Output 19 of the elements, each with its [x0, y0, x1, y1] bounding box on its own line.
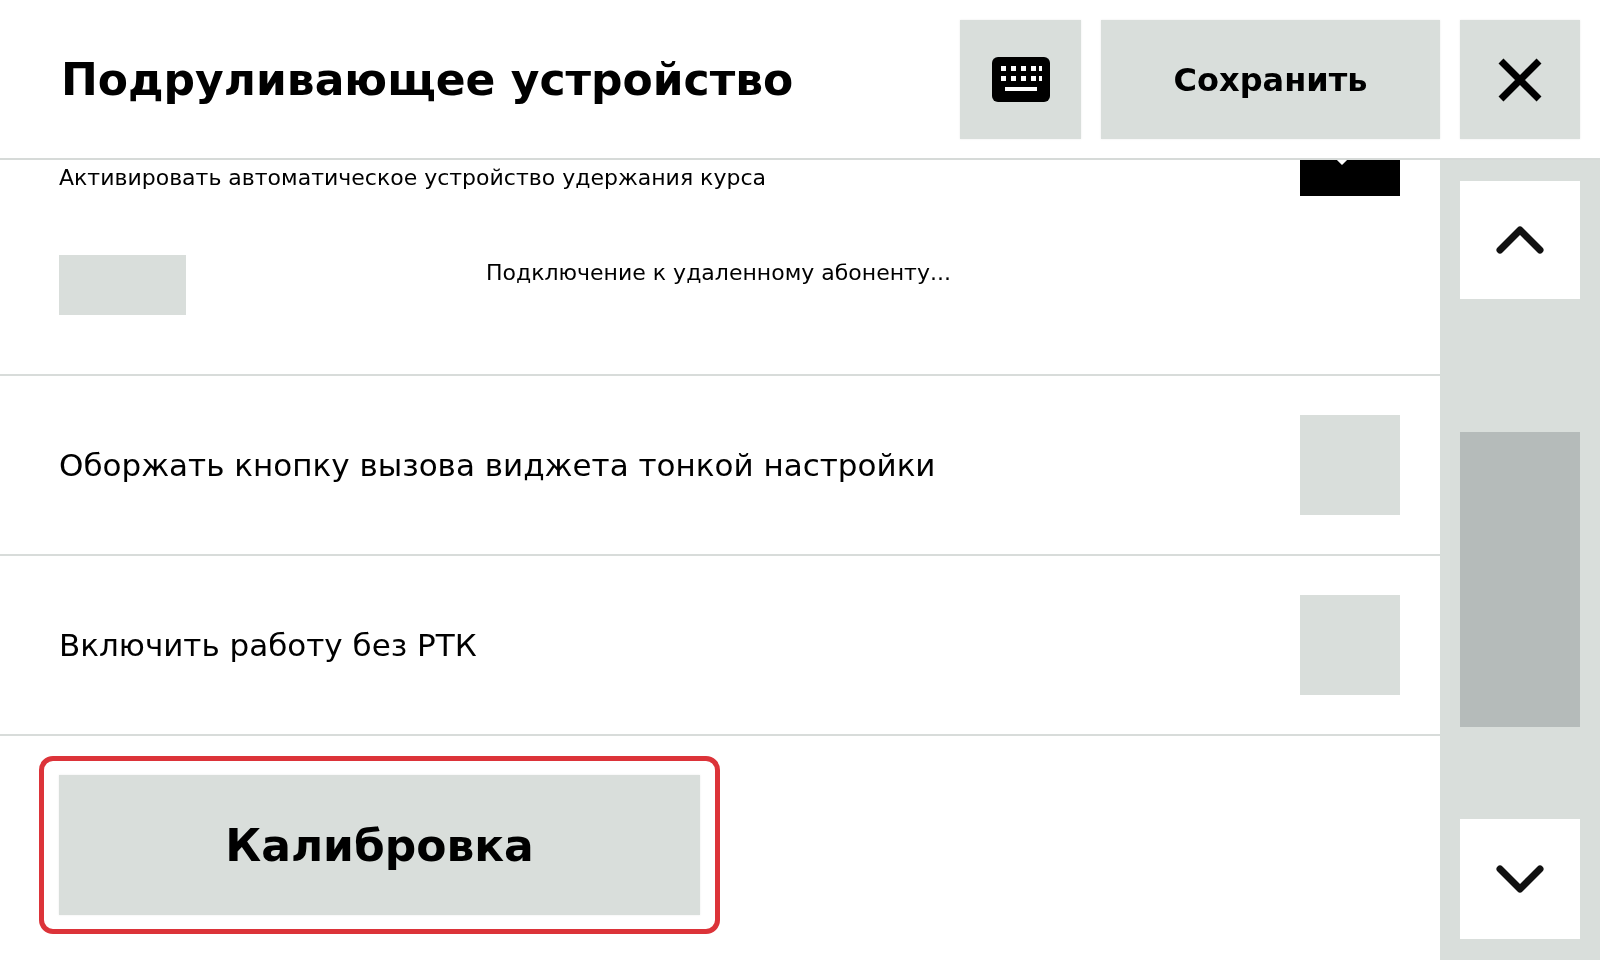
- scrollbar-thumb[interactable]: [1460, 432, 1580, 727]
- chevron-up-icon: [1496, 226, 1544, 254]
- checkbox[interactable]: [1300, 160, 1400, 196]
- window-title: Подруливающее устройство: [60, 54, 795, 106]
- scroll-up-button[interactable]: [1460, 181, 1580, 299]
- keyboard-button[interactable]: [960, 20, 1081, 139]
- calibration-button[interactable]: Калибровка: [59, 775, 700, 915]
- chevron-down-icon: [1496, 865, 1544, 893]
- keyboard-icon: [991, 57, 1050, 102]
- save-button[interactable]: Сохранить: [1101, 20, 1440, 139]
- checkbox[interactable]: [1300, 595, 1400, 695]
- status-text: Подключение к удаленному абоненту...: [486, 260, 951, 286]
- setting-label: Включить работу без РТК: [59, 626, 477, 665]
- setting-label: Оборжать кнопку вызова виджета тонкой настройки: [59, 446, 936, 485]
- close-icon: [1498, 57, 1542, 102]
- scroll-down-button[interactable]: [1460, 819, 1580, 939]
- setting-description: Активировать автоматическое устройство удержания курса: [59, 164, 766, 192]
- checkbox[interactable]: [1300, 415, 1400, 515]
- close-button[interactable]: [1460, 20, 1580, 139]
